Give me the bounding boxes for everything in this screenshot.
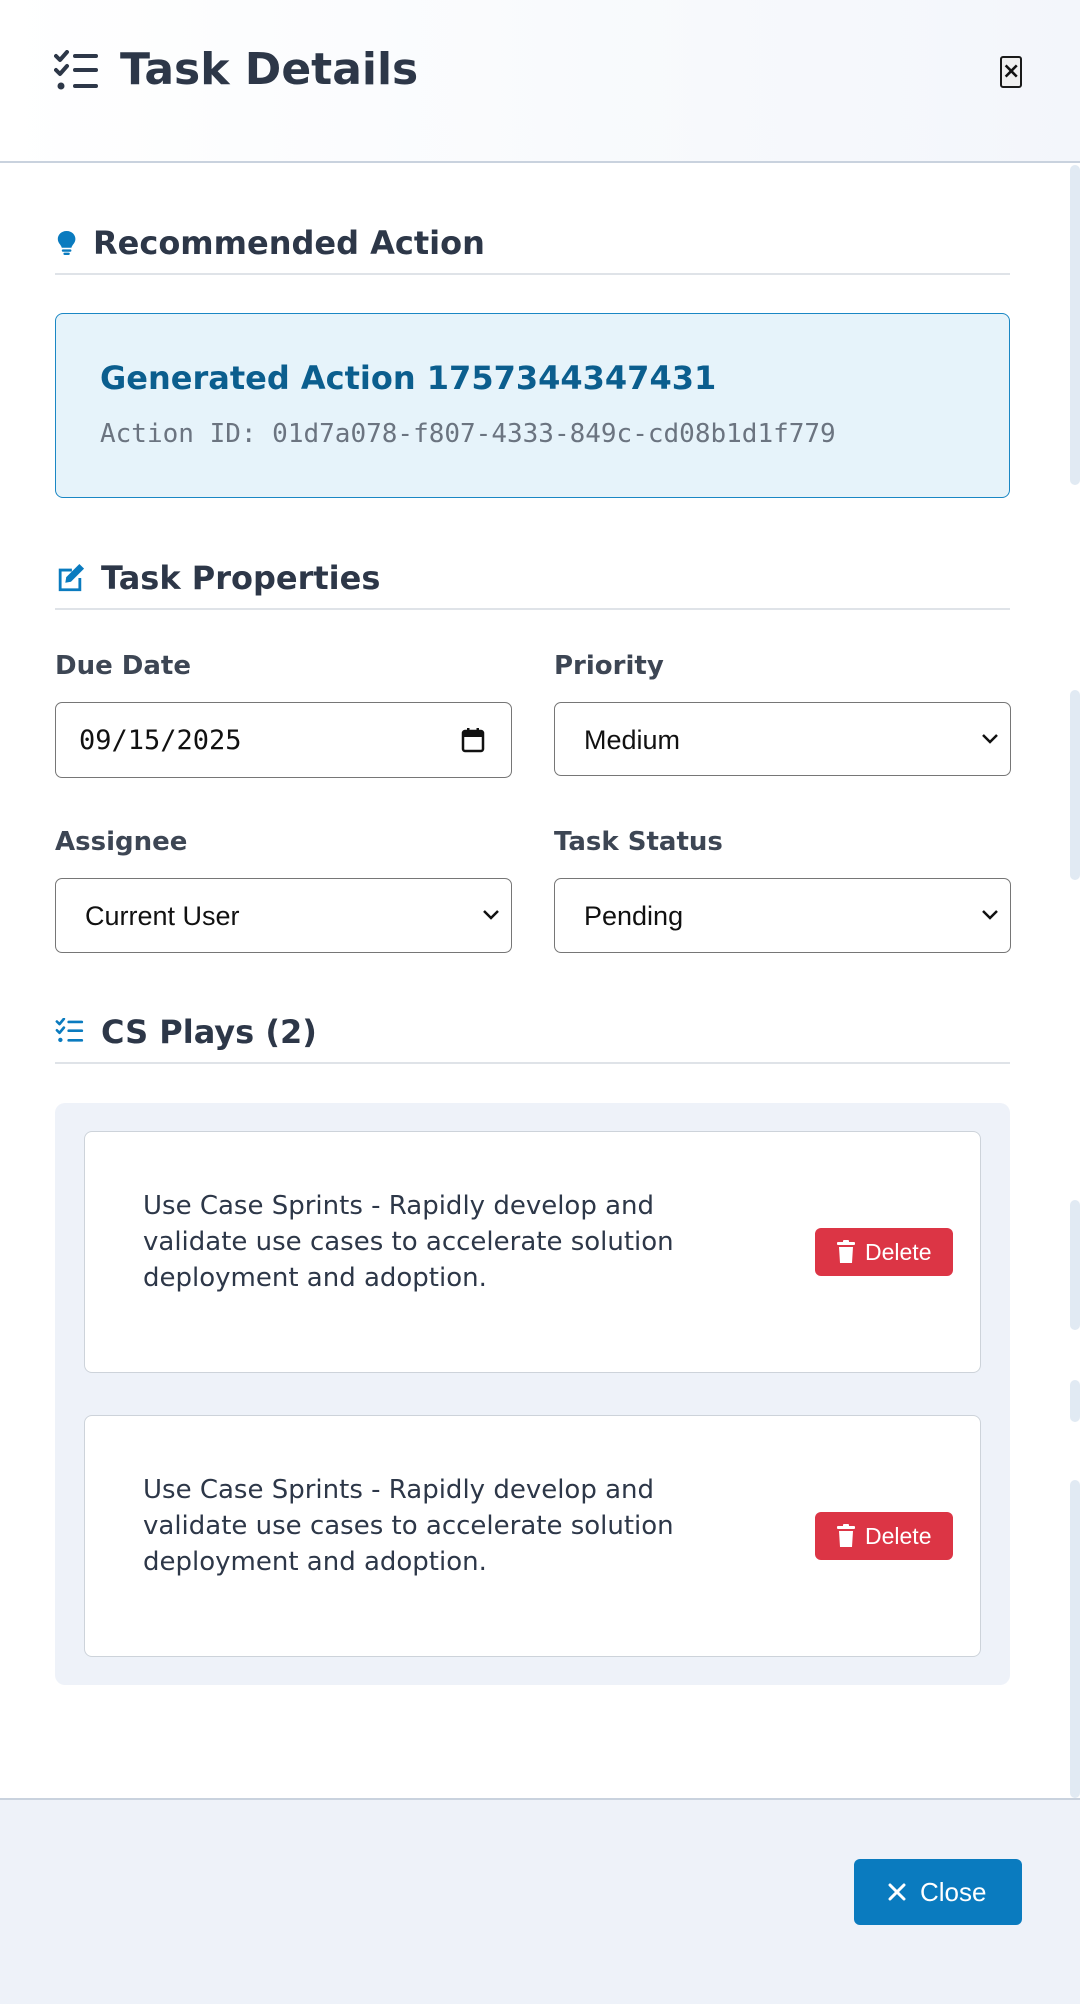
tasks-list-icon <box>54 50 98 90</box>
assignee-select[interactable]: Current User <box>55 878 512 953</box>
priority-select[interactable]: Medium <box>554 702 1011 776</box>
action-name: Generated Action 1757344347431 <box>100 359 717 397</box>
due-date-input[interactable]: 09/15/2025 <box>55 702 512 778</box>
modal-footer: Close <box>0 1798 1080 2004</box>
close-icon[interactable]: × <box>1000 56 1022 88</box>
chevron-down-icon <box>982 734 998 744</box>
scrollbar-thumb[interactable] <box>1070 1380 1080 1422</box>
close-button[interactable]: Close <box>854 1859 1022 1925</box>
scrollbar-thumb[interactable] <box>1070 1480 1080 1798</box>
close-icon <box>888 1883 906 1901</box>
close-label: Close <box>920 1877 987 1907</box>
chevron-down-icon <box>982 910 998 920</box>
due-date-value: 09/15/2025 <box>79 725 242 756</box>
recommended-action-card: Generated Action 1757344347431 Action ID… <box>55 313 1010 498</box>
plays-section-header: CS Plays (2) <box>55 1004 1010 1064</box>
modal-title: Task Details <box>120 44 419 95</box>
calendar-icon[interactable] <box>461 727 485 753</box>
properties-section-header: Task Properties <box>55 550 1010 610</box>
plays-list: Use Case Sprints - Rapidly develop and v… <box>55 1103 1010 1685</box>
scrollbar-thumb[interactable] <box>1070 1200 1080 1330</box>
delete-label: Delete <box>865 1239 932 1265</box>
trash-icon <box>837 1240 855 1263</box>
list-item: Use Case Sprints - Rapidly develop and v… <box>84 1131 981 1373</box>
tasks-list-icon <box>55 1018 84 1043</box>
play-description: Use Case Sprints - Rapidly develop and v… <box>143 1475 674 1577</box>
priority-label: Priority <box>554 651 664 681</box>
due-date-label: Due Date <box>55 651 191 681</box>
recommended-section-header: Recommended Action <box>55 215 1010 275</box>
list-item: Use Case Sprints - Rapidly develop and v… <box>84 1415 981 1657</box>
priority-value: Medium <box>584 725 681 755</box>
assignee-value: Current User <box>85 901 240 931</box>
lightbulb-icon <box>57 231 76 255</box>
modal-header: Task Details × <box>0 0 1080 163</box>
play-description: Use Case Sprints - Rapidly develop and v… <box>143 1191 674 1293</box>
recommended-heading: Recommended Action <box>93 224 485 262</box>
delete-button[interactable]: Delete <box>815 1512 953 1560</box>
chevron-down-icon <box>483 910 499 920</box>
scrollbar-thumb[interactable] <box>1070 690 1080 880</box>
edit-icon <box>58 563 85 592</box>
task-status-select[interactable]: Pending <box>554 878 1011 953</box>
plays-heading: CS Plays (2) <box>101 1013 317 1051</box>
properties-heading: Task Properties <box>101 559 381 597</box>
action-id: Action ID: 01d7a078-f807-4333-849c-cd08b… <box>100 419 836 449</box>
assignee-label: Assignee <box>55 827 188 857</box>
scrollbar-thumb[interactable] <box>1070 165 1080 485</box>
delete-label: Delete <box>865 1523 932 1549</box>
trash-icon <box>837 1524 855 1547</box>
task-status-value: Pending <box>584 901 684 931</box>
task-status-label: Task Status <box>554 827 723 857</box>
delete-button[interactable]: Delete <box>815 1228 953 1276</box>
